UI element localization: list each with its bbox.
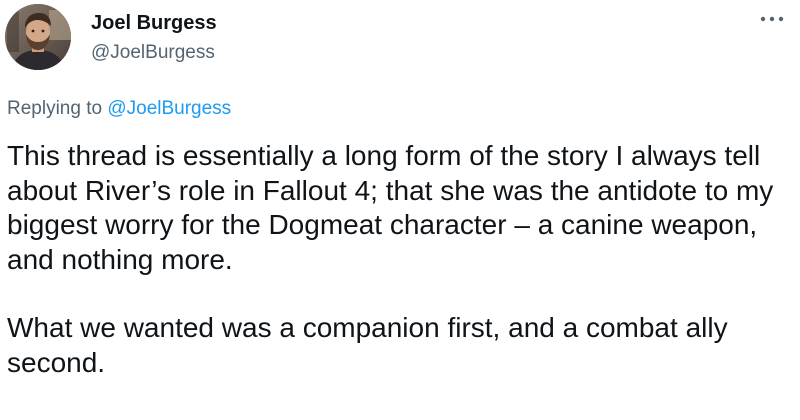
avatar-photo-icon — [5, 4, 71, 70]
replying-to-prefix: Replying to — [7, 98, 108, 119]
tweet-card: Joel Burgess @JoelBurgess Replying to @J… — [0, 0, 800, 420]
more-options-button[interactable] — [756, 8, 788, 30]
tweet-paragraph: This thread is essentially a long form o… — [7, 140, 774, 275]
more-horizontal-icon — [760, 16, 784, 22]
tweet-text: This thread is essentially a long form o… — [7, 139, 797, 380]
replying-to-line: Replying to @JoelBurgess — [7, 96, 231, 122]
author-display-name[interactable]: Joel Burgess — [91, 11, 217, 35]
replying-to-mention-link[interactable]: @JoelBurgess — [107, 98, 231, 119]
tweet-paragraph: What we wanted was a companion first, an… — [7, 312, 728, 378]
author-handle[interactable]: @JoelBurgess — [91, 41, 215, 65]
author-avatar[interactable] — [5, 4, 71, 70]
